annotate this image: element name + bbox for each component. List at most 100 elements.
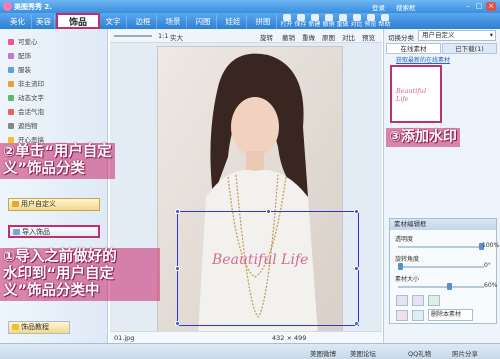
resize-handle-left[interactable] — [175, 266, 180, 271]
folder-icon — [12, 201, 19, 207]
canvas-toolbar: 1:1 实大 旋转 撤销 重做 原图 对比 预览 — [110, 29, 382, 43]
layer-button[interactable] — [396, 310, 408, 321]
minimize-icon[interactable]: – — [463, 2, 473, 11]
size-label: 素材大小 — [395, 276, 420, 283]
opacity-slider[interactable] — [398, 243, 484, 250]
canvas-compare-button[interactable]: 对比 — [342, 32, 355, 42]
flip-vertical-button[interactable] — [412, 295, 424, 306]
lightbulb-icon — [12, 324, 19, 330]
preview-button[interactable]: 预览 — [364, 14, 377, 28]
rotate-slider-knob[interactable] — [398, 263, 403, 270]
watermark-selection-box[interactable]: Beautiful Life — [175, 209, 359, 326]
close-icon[interactable]: × — [486, 2, 496, 11]
rotate-button[interactable]: 旋转 — [260, 32, 273, 42]
category-icon — [8, 53, 14, 59]
tab-collage[interactable]: 拼图 — [250, 15, 277, 29]
image-dimensions: 432 × 499 — [272, 334, 307, 342]
search-link[interactable]: 搜索框 — [396, 2, 416, 12]
watermark-text: Beautiful Life — [212, 252, 309, 268]
resize-handle-right[interactable] — [354, 266, 359, 271]
import-icon — [13, 229, 20, 235]
new-button[interactable]: 新建 — [308, 14, 321, 28]
fit-button[interactable]: 1:1 — [158, 32, 168, 40]
category-item[interactable]: 遮挡物 — [8, 121, 38, 132]
resize-handle-tl[interactable] — [175, 209, 180, 214]
tutorial-button[interactable]: 饰品教程 — [8, 321, 70, 334]
canvas-undo-button[interactable]: 撤销 — [282, 32, 295, 42]
original-button[interactable]: 原图 — [322, 32, 335, 42]
category-item[interactable]: 可爱心 — [8, 37, 38, 48]
undo-icon — [324, 14, 333, 21]
size-value: 60% — [484, 282, 498, 289]
opacity-value: 100% — [482, 242, 500, 249]
tab-accessories[interactable]: 饰品 — [56, 13, 100, 29]
tab-flash[interactable]: 闪图 — [190, 15, 217, 29]
category-item[interactable]: 动态文字 — [8, 93, 44, 104]
help-button[interactable]: 帮助 — [378, 14, 391, 28]
rotate-value: 0° — [484, 262, 491, 269]
tab-doll[interactable]: 娃娃 — [220, 15, 247, 29]
canvas-preview-button[interactable]: 预览 — [362, 32, 375, 42]
tab-beautify-2[interactable]: 美容 — [33, 15, 55, 29]
copy-button[interactable] — [428, 295, 440, 306]
switch-category-label: 切换分类 — [388, 34, 414, 42]
tab-downloaded[interactable]: 已下载(1) — [442, 43, 497, 54]
import-accessory-button[interactable]: 导入饰品 — [8, 225, 100, 238]
undo-button[interactable]: 撤销 — [322, 14, 335, 28]
rotate-slider[interactable] — [398, 263, 484, 270]
watermark-thumbnail[interactable]: Beautiful Life — [390, 65, 442, 123]
category-icon — [8, 95, 14, 101]
step1-callout: ①导入之前做好的 水印到“用户自定 义”饰品分类中 — [0, 248, 160, 301]
bottom-bar: 美图微博 美图论坛 QQ礼物 照片分享 — [0, 343, 500, 359]
tab-beautify[interactable]: 美化 — [4, 15, 32, 29]
chevron-down-icon: ▾ — [489, 31, 493, 39]
resize-handle-tr[interactable] — [354, 209, 359, 214]
photo-share-link[interactable]: 照片分享 — [452, 348, 478, 358]
opacity-label: 透明度 — [395, 236, 414, 243]
size-slider[interactable] — [398, 283, 484, 290]
category-icon — [8, 67, 14, 73]
step3-callout: ③添加水印 — [386, 128, 460, 147]
tab-frame[interactable]: 边框 — [130, 15, 157, 29]
preview-icon — [366, 14, 375, 21]
category-icon — [8, 39, 14, 45]
resize-handle-br[interactable] — [354, 321, 359, 326]
category-label: 动态文字 — [18, 94, 44, 102]
get-more-link[interactable]: 获取最新的在线素材 — [396, 55, 450, 64]
zoom-slider[interactable] — [114, 35, 152, 37]
title-bar: 美图秀秀 2. 登录 搜索框 – □ × — [0, 0, 500, 13]
maximize-icon[interactable]: □ — [474, 2, 484, 11]
save-button[interactable]: 保存 — [294, 14, 307, 28]
category-item[interactable]: 服装 — [8, 65, 31, 76]
resize-handle-bl[interactable] — [175, 321, 180, 326]
filename: 01.jpg — [114, 334, 135, 342]
resize-handle-top[interactable] — [266, 209, 271, 214]
app-logo-icon — [3, 2, 12, 11]
category-label: 会话气泡 — [18, 108, 44, 116]
custom-category-button[interactable]: 用户自定义 — [8, 198, 100, 211]
app-title: 美图秀秀 2. — [14, 3, 52, 11]
redo-button[interactable]: 重做 — [336, 14, 349, 28]
login-link[interactable]: 登录 — [372, 2, 385, 12]
redo-icon — [338, 14, 347, 21]
category-select[interactable]: 用户自定义 ▾ — [418, 30, 496, 41]
delete-material-button[interactable]: 删除本素材 — [428, 309, 473, 321]
merge-button[interactable] — [412, 310, 424, 321]
category-icon — [8, 123, 14, 129]
category-item[interactable]: 配饰 — [8, 51, 31, 62]
main-tab-bar: 美化 饰品 文字 边框 场景 闪图 娃娃 拼图 美容 — [0, 13, 500, 29]
forum-link[interactable]: 美图论坛 — [350, 348, 376, 358]
tab-scene[interactable]: 场景 — [160, 15, 187, 29]
canvas-redo-button[interactable]: 重做 — [302, 32, 315, 42]
actual-size-button[interactable]: 实大 — [170, 32, 183, 42]
tab-online-material[interactable]: 在线素材 — [386, 43, 441, 54]
open-button[interactable]: 打开 — [280, 14, 293, 28]
flip-horizontal-button[interactable] — [396, 295, 408, 306]
compare-button[interactable]: 对比 — [350, 14, 363, 28]
tab-text[interactable]: 文字 — [100, 15, 127, 29]
category-item[interactable]: 非主流印 — [8, 79, 44, 90]
size-slider-knob[interactable] — [446, 283, 452, 290]
category-item[interactable]: 会话气泡 — [8, 107, 44, 118]
weibo-link[interactable]: 美图微博 — [310, 348, 336, 358]
qq-gift-link[interactable]: QQ礼物 — [408, 348, 431, 358]
